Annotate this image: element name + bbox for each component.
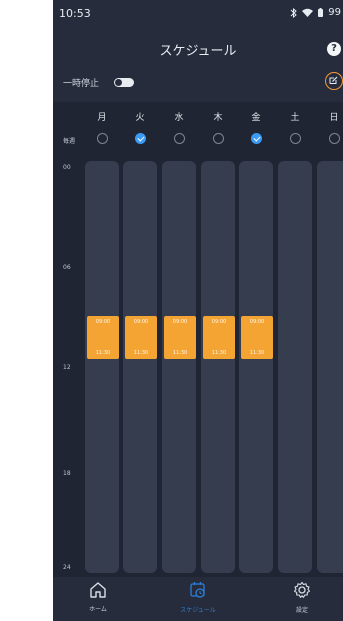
day-column[interactable]: 09:00 11:30 [201,161,235,573]
hour-label: 06 [63,264,71,271]
pause-label: 一時停止 [63,79,100,89]
day-column[interactable]: 09:00 11:30 [162,161,196,573]
day-checkbox[interactable] [329,133,340,144]
every-week-label: 毎週 [63,138,76,145]
block-start-time: 09:00 [249,319,265,325]
schedule-block[interactable]: 09:00 11:30 [87,316,119,359]
bottom-nav: ホーム スケジュール 設定 [53,577,343,621]
header: スケジュール ? [53,36,343,62]
day-label: 火 [135,113,145,123]
block-start-time: 09:00 [172,319,188,325]
day-checkbox[interactable] [251,133,262,144]
phone-screen: 10:53 99 スケジュール ? 一時停止 毎週 月 火 水 木 金 土 日 00 06 12… [53,0,343,621]
battery-icon [318,8,324,17]
day-checkbox[interactable] [135,133,146,144]
pause-toggle[interactable] [114,78,134,87]
bluetooth-icon [290,7,298,18]
schedule-block[interactable]: 09:00 11:30 [125,316,157,359]
edit-pencil-glyph [329,76,338,84]
status-bar: 10:53 99 [53,0,343,30]
hour-label: 12 [63,364,71,371]
hour-label: 18 [63,470,71,477]
day-label: 日 [329,113,339,123]
schedule-block[interactable]: 09:00 11:30 [203,316,235,359]
home-icon [90,582,106,598]
day-checkbox[interactable] [174,133,185,144]
day-checkbox[interactable] [213,133,224,144]
block-end-time: 11:30 [249,350,265,356]
day-label: 月 [97,113,107,123]
block-start-time: 09:00 [133,319,149,325]
day-column[interactable]: 09:00 11:30 [85,161,119,573]
block-end-time: 11:30 [172,350,188,356]
nav-settings-label: 設定 [295,607,308,614]
pause-row: 一時停止 [53,70,343,94]
day-checkbox[interactable] [290,133,301,144]
block-start-time: 09:00 [95,319,111,325]
nav-settings[interactable]: 設定 [280,581,324,614]
wifi-icon [302,8,314,17]
day-label: 木 [213,113,223,123]
block-end-time: 11:30 [133,350,149,356]
schedule-grid: 毎週 月 火 水 木 金 土 日 00 06 12 18 24 09:00 11:30 09:00 11:… [53,102,343,577]
status-icons: 99 [290,7,341,18]
schedule-block[interactable]: 09:00 11:30 [241,316,273,359]
block-end-time: 11:30 [95,350,111,356]
status-time: 10:53 [59,7,91,20]
day-label: 水 [174,113,184,123]
hour-label: 24 [63,564,71,571]
nav-schedule-label: スケジュール [180,607,216,614]
nav-home-label: ホーム [89,606,107,613]
calendar-clock-icon [190,582,205,598]
day-label: 金 [251,113,261,123]
schedule-block[interactable]: 09:00 11:30 [164,316,196,359]
battery-percent: 99 [328,7,341,18]
edit-icon[interactable] [325,72,343,90]
hour-label: 00 [63,164,71,171]
day-label: 土 [290,113,300,123]
page-title: スケジュール [159,44,237,59]
day-checkbox[interactable] [97,133,108,144]
day-column[interactable]: 09:00 11:30 [239,161,273,573]
nav-schedule[interactable]: スケジュール [176,581,220,614]
nav-home[interactable]: ホーム [76,581,120,613]
gear-icon [293,581,311,598]
day-column[interactable]: 09:00 11:30 [123,161,157,573]
day-column[interactable] [317,161,343,573]
help-icon[interactable]: ? [327,42,341,56]
block-end-time: 11:30 [211,350,227,356]
block-start-time: 09:00 [211,319,227,325]
day-column[interactable] [278,161,312,573]
toggle-knob [115,79,122,86]
